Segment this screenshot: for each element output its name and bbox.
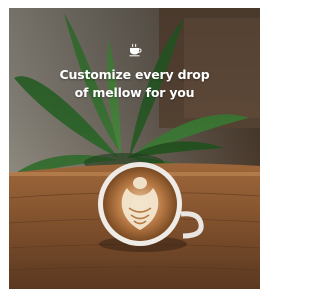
hero-banner: Customize every drop of mellow for you xyxy=(9,8,260,289)
hero-content: Customize every drop of mellow for you xyxy=(9,43,260,102)
hero-headline: Customize every drop of mellow for you xyxy=(9,66,260,102)
coffee-cup-icon xyxy=(128,43,142,57)
headline-line-2: of mellow for you xyxy=(74,85,195,100)
headline-line-1: Customize every drop xyxy=(59,67,210,82)
